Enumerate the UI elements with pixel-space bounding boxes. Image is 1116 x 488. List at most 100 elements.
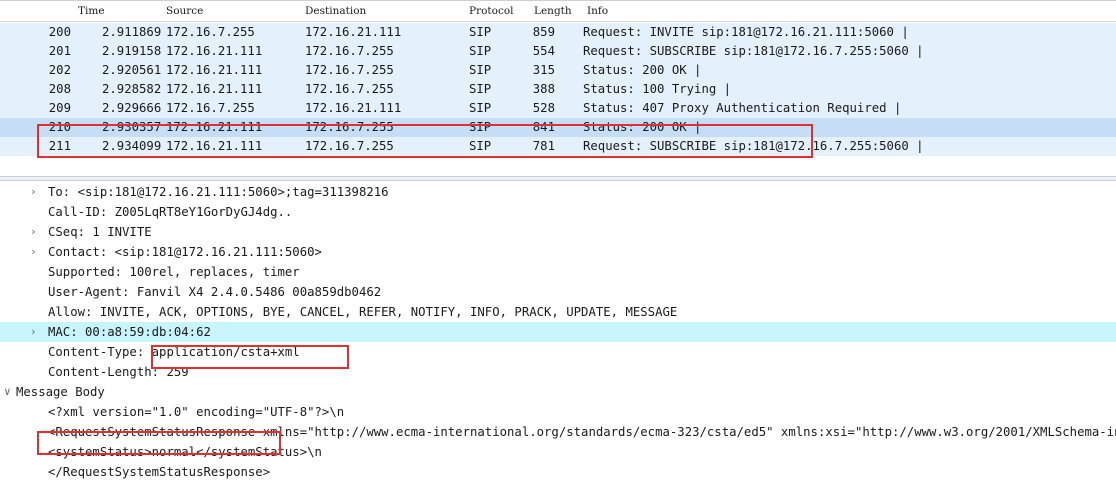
packet-cell-destination: 172.16.7.255 xyxy=(305,139,394,153)
packet-cell-no: 200 xyxy=(48,25,71,39)
column-header-destination[interactable]: Destination xyxy=(305,5,366,17)
packet-row[interactable]: 201 2.919158 172.16.21.111 172.16.7.255 SIP 5… xyxy=(0,42,1116,61)
packet-cell-destination: 172.16.7.255 xyxy=(305,63,394,77)
chevron-right-icon[interactable]: › xyxy=(30,242,37,262)
packet-cell-length: 841 xyxy=(532,120,555,134)
packet-row[interactable]: 208 2.928582 172.16.21.111 172.16.7.255 SIP 3… xyxy=(0,80,1116,99)
detail-text: Supported: 100rel, replaces, timer xyxy=(48,265,300,279)
detail-text: <RequestSystemStatusResponse xmlns="http… xyxy=(48,425,1116,439)
detail-tree-item[interactable]: User-Agent: Fanvil X4 2.4.0.5486 00a859d… xyxy=(0,282,1116,302)
detail-text: Content-Type: application/csta+xml xyxy=(48,345,300,359)
packet-cell-no: 208 xyxy=(48,82,71,96)
packet-list-header: Time Source Destination Protocol Length … xyxy=(0,0,1116,22)
detail-text: Contact: <sip:181@172.16.21.111:5060> xyxy=(48,245,322,259)
packet-cell-protocol: SIP xyxy=(469,139,492,153)
detail-text: Call-ID: Z005LqRT8eY1GorDyGJ4dg.. xyxy=(48,205,293,219)
column-header-source[interactable]: Source xyxy=(166,5,203,17)
packet-row[interactable]: 211 2.934099 172.16.21.111 172.16.7.255 SIP 7… xyxy=(0,137,1116,156)
packet-cell-time: 2.934099 xyxy=(102,139,162,153)
packet-cell-time: 2.930357 xyxy=(102,120,162,134)
packet-cell-source: 172.16.21.111 xyxy=(166,82,263,96)
packet-cell-info: Request: SUBSCRIBE sip:181@172.16.7.255:… xyxy=(583,139,924,153)
packet-cell-destination: 172.16.7.255 xyxy=(305,120,394,134)
detail-tree-item[interactable]: </RequestSystemStatusResponse> xyxy=(0,462,1116,482)
packet-cell-info: Status: 100 Trying | xyxy=(583,82,732,96)
packet-cell-source: 172.16.21.111 xyxy=(166,63,263,77)
packet-cell-length: 388 xyxy=(532,82,555,96)
packet-row[interactable]: 202 2.920561 172.16.21.111 172.16.7.255 SIP 3… xyxy=(0,61,1116,80)
detail-tree-item[interactable]: <systemStatus>normal</systemStatus>\n xyxy=(0,442,1116,462)
detail-text: <systemStatus>normal</systemStatus>\n xyxy=(48,445,322,459)
detail-text: Content-Length: 259 xyxy=(48,365,189,379)
detail-tree-item[interactable]: Call-ID: Z005LqRT8eY1GorDyGJ4dg.. xyxy=(0,202,1116,222)
detail-text: Message Body xyxy=(16,385,105,399)
packet-cell-no: 211 xyxy=(48,139,71,153)
detail-tree-item[interactable]: Content-Type: application/csta+xml xyxy=(0,342,1116,362)
packet-cell-destination: 172.16.21.111 xyxy=(305,101,402,115)
packet-cell-protocol: SIP xyxy=(469,101,492,115)
packet-cell-time: 2.920561 xyxy=(102,63,162,77)
detail-tree-item[interactable]: Content-Length: 259 xyxy=(0,362,1116,382)
packet-cell-source: 172.16.7.255 xyxy=(166,101,255,115)
packet-cell-destination: 172.16.7.255 xyxy=(305,82,394,96)
packet-cell-info: Status: 200 OK | xyxy=(583,120,702,134)
column-header-length[interactable]: Length xyxy=(534,5,572,17)
packet-cell-protocol: SIP xyxy=(469,82,492,96)
packet-row[interactable]: 209 2.929666 172.16.7.255 172.16.21.111 SIP 5… xyxy=(0,99,1116,118)
packet-cell-source: 172.16.21.111 xyxy=(166,139,263,153)
detail-text: </RequestSystemStatusResponse> xyxy=(48,465,271,479)
packet-cell-protocol: SIP xyxy=(469,63,492,77)
packet-cell-length: 859 xyxy=(532,25,555,39)
detail-text: To: <sip:181@172.16.21.111:5060>;tag=311… xyxy=(48,185,389,199)
detail-tree-item[interactable]: Allow: INVITE, ACK, OPTIONS, BYE, CANCEL… xyxy=(0,302,1116,322)
packet-cell-no: 209 xyxy=(48,101,71,115)
packet-cell-no: 202 xyxy=(48,63,71,77)
packet-cell-length: 528 xyxy=(532,101,555,115)
detail-text: <?xml version="1.0" encoding="UTF-8"?>\n xyxy=(48,405,345,419)
detail-tree-item[interactable]: › To: <sip:181@172.16.21.111:5060>;tag=31… xyxy=(0,182,1116,202)
packet-cell-length: 554 xyxy=(532,44,555,58)
packet-cell-source: 172.16.7.255 xyxy=(166,25,255,39)
detail-text: MAC: 00:a8:59:db:04:62 xyxy=(48,325,211,339)
packet-cell-length: 781 xyxy=(532,139,555,153)
packet-cell-info: Request: SUBSCRIBE sip:181@172.16.7.255:… xyxy=(583,44,924,58)
detail-tree-item[interactable]: ∨ Message Body xyxy=(0,382,1116,402)
packet-cell-time: 2.928582 xyxy=(102,82,162,96)
packet-cell-time: 2.929666 xyxy=(102,101,162,115)
detail-text: CSeq: 1 INVITE xyxy=(48,225,152,239)
column-header-info[interactable]: Info xyxy=(587,5,608,17)
detail-tree-item[interactable]: › Contact: <sip:181@172.16.21.111:5060> xyxy=(0,242,1116,262)
packet-cell-destination: 172.16.21.111 xyxy=(305,25,402,39)
packet-cell-destination: 172.16.7.255 xyxy=(305,44,394,58)
chevron-right-icon[interactable]: › xyxy=(30,222,37,242)
detail-tree-item[interactable]: <?xml version="1.0" encoding="UTF-8"?>\n xyxy=(0,402,1116,422)
packet-cell-source: 172.16.21.111 xyxy=(166,120,263,134)
packet-list: Time Source Destination Protocol Length … xyxy=(0,0,1116,176)
packet-cell-info: Status: 407 Proxy Authentication Require… xyxy=(583,101,902,115)
packet-cell-length: 315 xyxy=(532,63,555,77)
chevron-right-icon[interactable]: › xyxy=(30,182,37,202)
chevron-down-icon[interactable]: ∨ xyxy=(4,382,11,402)
detail-tree-item[interactable]: <RequestSystemStatusResponse xmlns="http… xyxy=(0,422,1116,442)
packet-details-tree: › To: <sip:181@172.16.21.111:5060>;tag=31… xyxy=(0,181,1116,488)
detail-tree-item[interactable]: Supported: 100rel, replaces, timer xyxy=(0,262,1116,282)
packet-row[interactable]: 210 2.930357 172.16.21.111 172.16.7.255 SIP 8… xyxy=(0,118,1116,137)
packet-cell-time: 2.911869 xyxy=(102,25,162,39)
packet-cell-protocol: SIP xyxy=(469,25,492,39)
chevron-right-icon[interactable]: › xyxy=(30,322,37,342)
packet-row[interactable]: 200 2.911869 172.16.7.255 172.16.21.111 SIP 8… xyxy=(0,23,1116,42)
detail-text: User-Agent: Fanvil X4 2.4.0.5486 00a859d… xyxy=(48,285,382,299)
packet-cell-no: 210 xyxy=(48,120,71,134)
detail-text: Allow: INVITE, ACK, OPTIONS, BYE, CANCEL… xyxy=(48,305,678,319)
packet-cell-protocol: SIP xyxy=(469,120,492,134)
packet-cell-protocol: SIP xyxy=(469,44,492,58)
detail-tree-item[interactable]: › CSeq: 1 INVITE xyxy=(0,222,1116,242)
packet-cell-info: Request: INVITE sip:181@172.16.21.111:50… xyxy=(583,25,909,39)
column-header-protocol[interactable]: Protocol xyxy=(469,5,514,17)
packet-cell-time: 2.919158 xyxy=(102,44,162,58)
packet-cell-source: 172.16.21.111 xyxy=(166,44,263,58)
packet-cell-no: 201 xyxy=(48,44,71,58)
packet-cell-info: Status: 200 OK | xyxy=(583,63,702,77)
column-header-time[interactable]: Time xyxy=(78,5,105,17)
detail-tree-item[interactable]: › MAC: 00:a8:59:db:04:62 xyxy=(0,322,1116,342)
